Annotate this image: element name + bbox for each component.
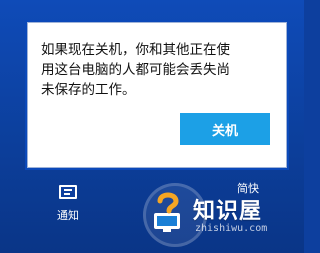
shutdown-warning-dialog: 如果现在关机，你和其他正在使 用这台电脑的人都可能会丢失尚 未保存的工作。 关机 [27, 22, 287, 168]
watermark-subtitle: zhishiwu.com [195, 223, 268, 234]
shutdown-button[interactable]: 关机 [180, 113, 270, 145]
notification-icon [59, 185, 77, 199]
dialog-message: 如果现在关机，你和其他正在使 用这台电脑的人都可能会丢失尚 未保存的工作。 [41, 42, 230, 98]
notifications-charm[interactable]: 通知 [38, 185, 98, 240]
watermark-title: 知识屋 [193, 199, 263, 224]
watermark-logo: 知识屋 zhishiwu.com [135, 183, 300, 247]
question-monitor-icon [151, 189, 185, 235]
notifications-label: 通知 [57, 209, 79, 222]
